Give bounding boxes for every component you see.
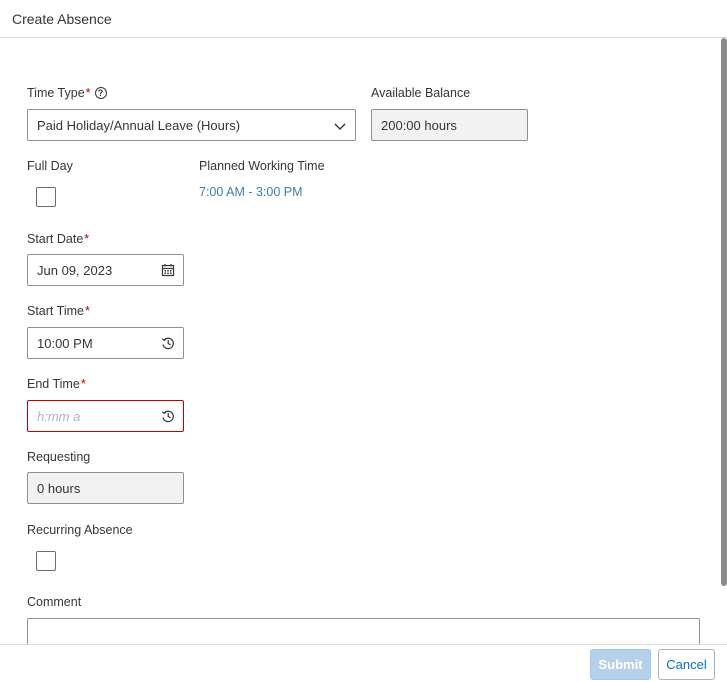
start-date-input[interactable]: Jun 09, 2023 bbox=[27, 254, 184, 286]
recurring-absence-label: Recurring Absence bbox=[27, 523, 133, 537]
time-icon[interactable] bbox=[161, 336, 175, 350]
scrollbar-thumb[interactable] bbox=[721, 38, 727, 586]
available-balance-field: 200:00 hours bbox=[371, 109, 528, 141]
cancel-button[interactable]: Cancel bbox=[658, 649, 715, 680]
time-icon[interactable] bbox=[161, 409, 175, 423]
start-date-label: Start Date* bbox=[27, 232, 90, 246]
planned-working-time-value: 7:00 AM - 3:00 PM bbox=[199, 185, 303, 199]
full-day-label: Full Day bbox=[27, 159, 73, 173]
end-time-input[interactable]: h:mm a bbox=[27, 400, 184, 432]
end-time-label: End Time* bbox=[27, 377, 86, 391]
dialog-header: Create Absence bbox=[0, 0, 727, 38]
dialog-title: Create Absence bbox=[12, 11, 112, 27]
submit-button[interactable]: Submit bbox=[590, 649, 651, 680]
time-type-label: Time Type*? bbox=[27, 86, 107, 100]
required-mark: * bbox=[84, 232, 90, 246]
requesting-field: 0 hours bbox=[27, 472, 184, 504]
comment-label: Comment bbox=[27, 595, 82, 609]
comment-textarea[interactable] bbox=[27, 618, 700, 644]
start-time-label: Start Time* bbox=[27, 304, 90, 318]
end-time-placeholder: h:mm a bbox=[37, 409, 81, 424]
chevron-down-icon[interactable] bbox=[333, 119, 347, 133]
question-circle-icon[interactable]: ? bbox=[94, 87, 107, 99]
form-scroll-area[interactable]: Time Type*? Paid Holiday/Annual Leave (H… bbox=[0, 38, 727, 644]
planned-working-time-label: Planned Working Time bbox=[199, 159, 325, 173]
dialog-footer: Submit Cancel bbox=[0, 644, 727, 682]
calendar-icon[interactable] bbox=[161, 263, 175, 277]
required-mark: * bbox=[84, 304, 90, 318]
required-mark: * bbox=[85, 86, 91, 100]
start-time-input[interactable]: 10:00 PM bbox=[27, 327, 184, 359]
full-day-checkbox[interactable] bbox=[36, 187, 56, 207]
time-type-select[interactable]: Paid Holiday/Annual Leave (Hours) bbox=[27, 109, 356, 141]
required-mark: * bbox=[80, 377, 86, 391]
recurring-absence-checkbox[interactable] bbox=[36, 551, 56, 571]
requesting-label: Requesting bbox=[27, 450, 91, 464]
available-balance-label: Available Balance bbox=[371, 86, 471, 100]
